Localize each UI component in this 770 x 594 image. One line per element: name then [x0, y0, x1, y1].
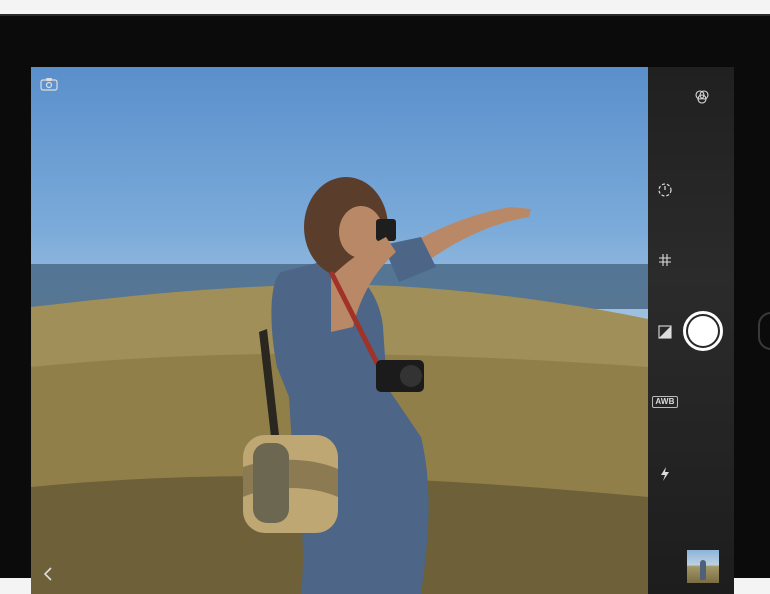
top-strip: [0, 0, 770, 14]
viewfinder[interactable]: [31, 67, 648, 594]
shutter-inner: [688, 316, 718, 346]
awb-label: AWB: [652, 396, 678, 408]
camera-control-bar: AWB: [648, 67, 734, 594]
flash-icon[interactable]: [656, 465, 674, 483]
filters-icon[interactable]: [694, 89, 710, 105]
thumbnail-figure: [700, 560, 706, 580]
last-photo-thumbnail[interactable]: [687, 550, 719, 583]
tablet-device: AWB: [0, 14, 770, 594]
exposure-icon[interactable]: [656, 323, 674, 341]
home-button: [758, 312, 770, 350]
shutter-button[interactable]: [683, 311, 723, 351]
viewfinder-scene: [31, 177, 648, 594]
grid-icon[interactable]: [656, 251, 674, 269]
timer-icon[interactable]: [656, 181, 674, 199]
camera-screen: AWB: [31, 67, 734, 594]
awb-icon[interactable]: AWB: [652, 395, 678, 409]
